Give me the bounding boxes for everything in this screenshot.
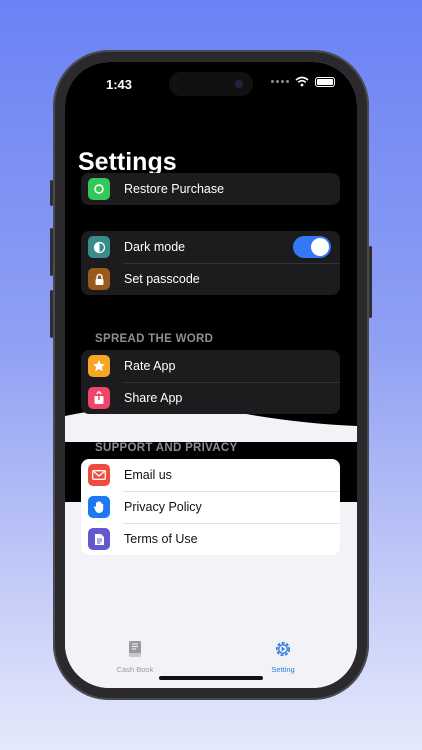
support-section-title: SUPPORT AND PRIVACY (95, 442, 238, 454)
screen: 1:43 Settings Restore Purchase Dark mode… (65, 62, 357, 688)
share-app-row[interactable]: Share App (81, 382, 340, 414)
share-icon (88, 387, 110, 409)
support-group: Email us Privacy Policy Terms of Use (81, 459, 340, 555)
home-indicator (159, 676, 263, 680)
refresh-icon (88, 178, 110, 200)
dark-mode-toggle[interactable] (293, 236, 331, 258)
dark-mode-label: Dark mode (124, 240, 186, 254)
restore-purchase-row[interactable]: Restore Purchase (81, 173, 340, 205)
terms-of-use-row[interactable]: Terms of Use (81, 523, 340, 555)
email-us-label: Email us (124, 468, 172, 482)
power-button (369, 246, 372, 318)
star-icon (88, 355, 110, 377)
toggle-knob (311, 238, 329, 256)
terms-of-use-label: Terms of Use (124, 532, 198, 546)
battery-icon (315, 76, 335, 87)
camera-icon (235, 80, 243, 88)
contrast-icon (88, 236, 110, 258)
gear-icon (275, 641, 291, 657)
privacy-policy-label: Privacy Policy (124, 500, 202, 514)
privacy-policy-row[interactable]: Privacy Policy (81, 491, 340, 523)
status-time: 1:43 (106, 77, 133, 92)
envelope-icon (88, 464, 110, 486)
appearance-group: Dark mode Set passcode (81, 231, 340, 295)
restore-purchase-label: Restore Purchase (124, 182, 225, 196)
rate-app-row[interactable]: Rate App (81, 350, 340, 382)
document-icon (88, 528, 110, 550)
signal-icon (271, 80, 289, 83)
status-bar: 1:43 (65, 62, 357, 106)
rate-app-label: Rate App (124, 359, 176, 373)
tab-setting[interactable]: Setting (243, 640, 323, 674)
volume-down-button (50, 290, 53, 338)
tab-setting-label: Setting (271, 665, 295, 674)
tab-cash-book-label: Cash Book (116, 665, 154, 674)
hand-icon (88, 496, 110, 518)
wifi-icon (295, 76, 309, 87)
set-passcode-label: Set passcode (124, 272, 200, 286)
purchase-group: Restore Purchase (81, 173, 340, 205)
action-button (50, 180, 53, 206)
share-app-label: Share App (124, 391, 183, 405)
book-icon (129, 641, 141, 657)
volume-up-button (50, 228, 53, 276)
dynamic-island (169, 72, 253, 96)
phone-frame: 1:43 Settings Restore Purchase Dark mode… (50, 50, 372, 700)
spread-section-title: SPREAD THE WORD (95, 333, 214, 345)
lock-icon (88, 268, 110, 290)
email-us-row[interactable]: Email us (81, 459, 340, 491)
set-passcode-row[interactable]: Set passcode (81, 263, 340, 295)
dark-mode-row[interactable]: Dark mode (81, 231, 340, 263)
tab-cash-book[interactable]: Cash Book (95, 640, 175, 674)
spread-group: Rate App Share App (81, 350, 340, 414)
